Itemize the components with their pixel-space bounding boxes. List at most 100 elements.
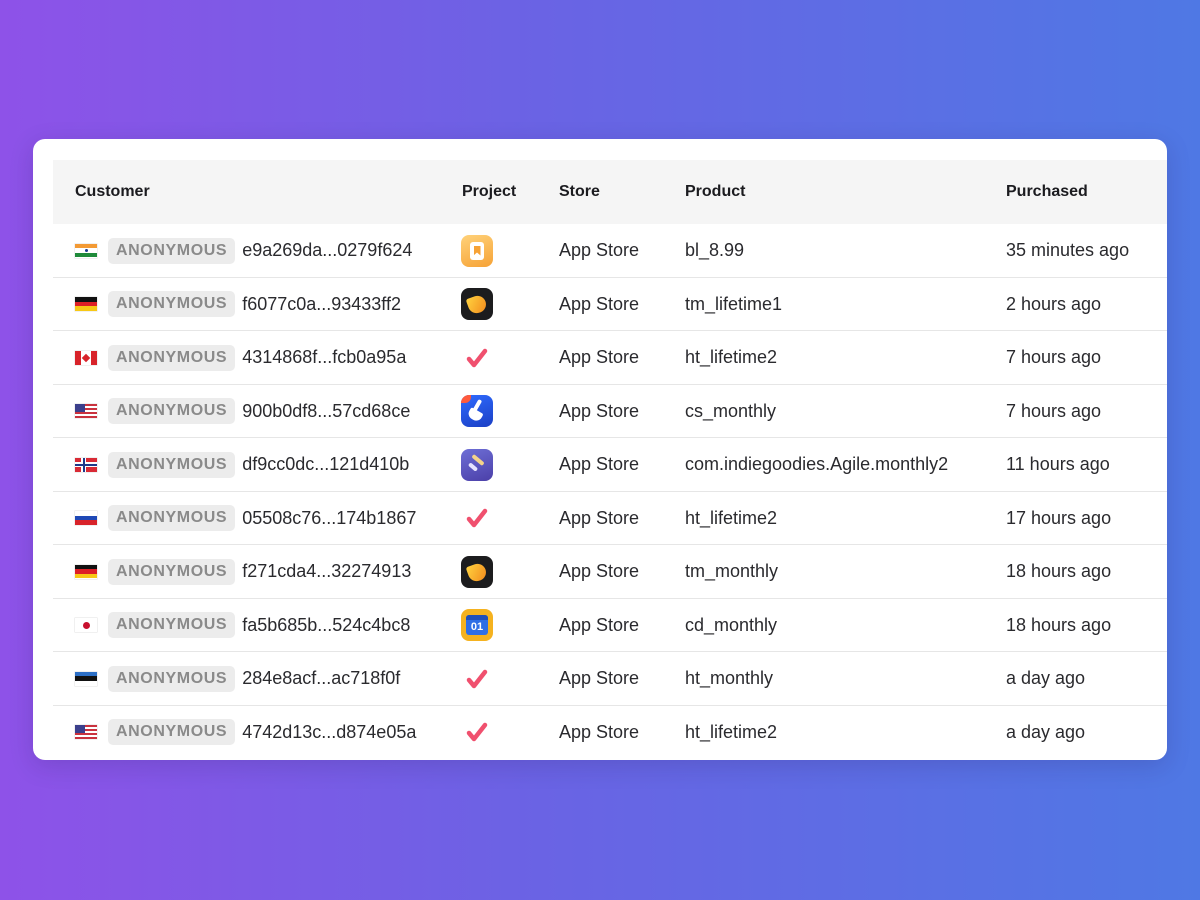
project-cell[interactable]	[452, 545, 502, 598]
usa-flag-icon	[75, 725, 97, 739]
table-row[interactable]: ANONYMOUS 900b0df8...57cd68ce App Store cs_…	[53, 385, 1167, 438]
checkmark-app-icon	[466, 508, 488, 528]
calendar-app-icon: 01	[461, 609, 493, 641]
project-cell[interactable]	[452, 331, 502, 384]
customer-id[interactable]: 284e8acf...ac718f0f	[242, 652, 400, 705]
anonymous-badge: ANONYMOUS	[108, 237, 236, 264]
customer-cell[interactable]: ANONYMOUS 4742d13c...d874e05a	[75, 706, 416, 759]
store-cell: App Store	[559, 668, 640, 688]
customer-cell[interactable]: ANONYMOUS 284e8acf...ac718f0f	[75, 652, 400, 705]
customer-cell[interactable]: ANONYMOUS f271cda4...32274913	[75, 545, 411, 598]
store-cell: App Store	[559, 347, 640, 367]
product-cell: ht_lifetime2	[685, 721, 778, 742]
store-cell: App Store	[559, 400, 640, 421]
column-header-store[interactable]: Store	[559, 160, 600, 224]
purchased-cell: 18 hours ago	[1006, 614, 1112, 635]
store-cell: App Store	[559, 507, 640, 528]
store-cell: App Store	[559, 721, 640, 742]
store-cell: App Store	[559, 614, 640, 635]
customer-cell[interactable]: ANONYMOUS 4314868f...fcb0a95a	[75, 331, 406, 384]
table-row[interactable]: ANONYMOUS df9cc0dc...121d410b App Store com…	[53, 438, 1167, 492]
store-cell: App Store	[559, 454, 640, 474]
checkmark-app-icon	[466, 669, 488, 688]
customer-id[interactable]: 4314868f...fcb0a95a	[242, 331, 406, 384]
table-row[interactable]: ANONYMOUS 4742d13c...d874e05a App Store ht_…	[53, 706, 1167, 760]
anonymous-badge: ANONYMOUS	[108, 344, 236, 371]
column-header-product[interactable]: Product	[685, 160, 745, 224]
product-cell: tm_lifetime1	[685, 293, 783, 314]
store-cell: App Store	[559, 293, 640, 314]
anonymous-badge: ANONYMOUS	[108, 451, 236, 478]
calendar-day-label: 01	[470, 621, 484, 633]
project-cell[interactable]	[452, 652, 502, 705]
russia-flag-icon	[75, 511, 97, 525]
table-body: ANONYMOUS e9a269da...0279f624 App Store bl_…	[53, 224, 1167, 759]
project-cell[interactable]	[452, 278, 502, 331]
anonymous-badge: ANONYMOUS	[108, 665, 236, 692]
project-cell[interactable]	[452, 706, 502, 759]
product-cell: ht_monthly	[685, 668, 774, 688]
table-row[interactable]: ANONYMOUS fa5b685b...524c4bc8 01 App Store c…	[53, 599, 1167, 652]
customer-id[interactable]: 05508c76...174b1867	[242, 492, 416, 545]
anonymous-badge: ANONYMOUS	[108, 612, 236, 638]
customer-cell[interactable]: ANONYMOUS 05508c76...174b1867	[75, 492, 416, 545]
column-header-purchased[interactable]: Purchased	[1006, 160, 1088, 224]
customer-cell[interactable]: ANONYMOUS e9a269da...0279f624	[75, 224, 412, 277]
purchased-cell: 18 hours ago	[1006, 561, 1112, 581]
japan-flag-icon	[75, 618, 97, 632]
project-cell[interactable]: 01	[452, 599, 502, 652]
store-cell: App Store	[559, 240, 640, 260]
purchased-cell: 2 hours ago	[1006, 293, 1102, 314]
bookmark-app-icon	[461, 234, 493, 267]
customer-id[interactable]: e9a269da...0279f624	[242, 224, 412, 277]
norway-flag-icon	[75, 457, 97, 472]
column-header-customer[interactable]: Customer	[75, 160, 150, 224]
purchased-cell: a day ago	[1006, 668, 1086, 688]
purchased-cell: 7 hours ago	[1006, 400, 1102, 421]
project-cell[interactable]	[452, 224, 502, 277]
purchased-cell: 35 minutes ago	[1006, 240, 1130, 260]
project-cell[interactable]	[452, 385, 502, 438]
checkmark-app-icon	[466, 722, 488, 742]
broom-app-icon	[461, 395, 493, 427]
table-row[interactable]: ANONYMOUS 05508c76...174b1867 App Store ht_…	[53, 492, 1167, 545]
purchased-cell: 17 hours ago	[1006, 507, 1112, 528]
customer-cell[interactable]: ANONYMOUS df9cc0dc...121d410b	[75, 438, 409, 491]
agile-app-icon	[461, 448, 493, 481]
column-header-project[interactable]: Project	[462, 160, 516, 224]
germany-flag-icon	[75, 564, 97, 579]
table-header: Customer Project Store Product Purchased	[53, 160, 1167, 224]
product-cell: tm_monthly	[685, 561, 779, 581]
customer-cell[interactable]: ANONYMOUS fa5b685b...524c4bc8	[75, 599, 410, 652]
table-row[interactable]: ANONYMOUS 284e8acf...ac718f0f App Store ht_…	[53, 652, 1167, 706]
table-row[interactable]: ANONYMOUS e9a269da...0279f624 App Store bl_…	[53, 224, 1167, 278]
product-cell: ht_lifetime2	[685, 347, 778, 367]
store-cell: App Store	[559, 561, 640, 581]
table-row[interactable]: ANONYMOUS f6077c0a...93433ff2 App Store tm_…	[53, 278, 1167, 331]
anonymous-badge: ANONYMOUS	[108, 505, 236, 531]
product-cell: com.indiegoodies.Agile.monthly2	[685, 454, 949, 474]
germany-flag-icon	[75, 297, 97, 311]
customer-id[interactable]: fa5b685b...524c4bc8	[242, 599, 410, 652]
customer-id[interactable]: 4742d13c...d874e05a	[242, 706, 416, 759]
table-row[interactable]: ANONYMOUS 4314868f...fcb0a95a App Store ht_…	[53, 331, 1167, 385]
customer-id[interactable]: df9cc0dc...121d410b	[242, 438, 409, 491]
customer-cell[interactable]: ANONYMOUS f6077c0a...93433ff2	[75, 278, 401, 331]
project-cell[interactable]	[452, 492, 502, 545]
customer-id[interactable]: f271cda4...32274913	[242, 545, 411, 598]
customer-id[interactable]: f6077c0a...93433ff2	[242, 278, 401, 331]
canada-flag-icon	[75, 350, 97, 365]
customer-cell[interactable]: ANONYMOUS 900b0df8...57cd68ce	[75, 385, 410, 438]
purchases-card: Customer Project Store Product Purchased…	[33, 139, 1167, 760]
table-row[interactable]: ANONYMOUS f271cda4...32274913 App Store tm_…	[53, 545, 1167, 599]
product-cell: cd_monthly	[685, 614, 778, 635]
customer-id[interactable]: 900b0df8...57cd68ce	[242, 385, 410, 438]
anonymous-badge: ANONYMOUS	[108, 398, 236, 424]
purchased-cell: 11 hours ago	[1006, 454, 1110, 474]
purchases-table: Customer Project Store Product Purchased…	[53, 160, 1167, 759]
checkmark-app-icon	[466, 348, 488, 367]
product-cell: cs_monthly	[685, 400, 777, 421]
project-cell[interactable]	[452, 438, 502, 491]
estonia-flag-icon	[75, 671, 97, 686]
usa-flag-icon	[75, 404, 97, 418]
